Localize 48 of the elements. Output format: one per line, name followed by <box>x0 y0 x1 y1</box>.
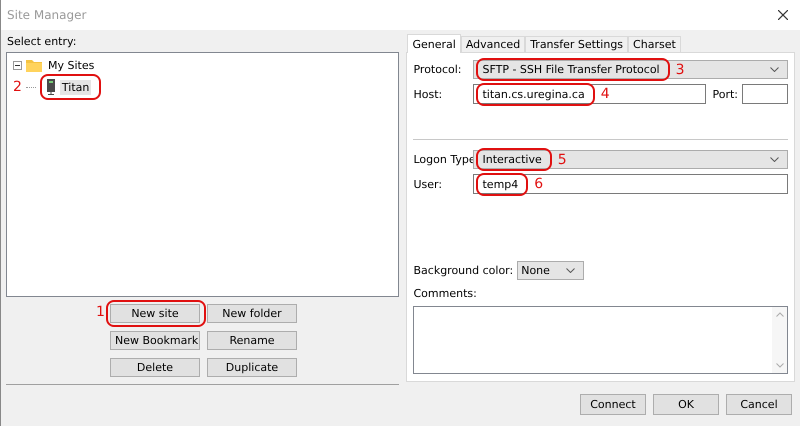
folder-icon <box>26 58 42 72</box>
field-label: Background color: <box>413 264 514 277</box>
callout-ring <box>40 74 102 100</box>
tab[interactable]: Advanced <box>460 36 526 52</box>
site-button[interactable]: New site <box>110 304 200 323</box>
callout-number: 2 <box>13 79 22 95</box>
host-field[interactable]: titan.cs.uregina.ca 4 <box>473 84 706 104</box>
site-button[interactable]: New folder <box>207 304 297 323</box>
tab[interactable]: Charset <box>628 36 681 52</box>
select-entry-label: Select entry: <box>7 35 78 48</box>
tab[interactable]: General <box>407 34 461 53</box>
comments-field[interactable] <box>413 306 788 374</box>
site-button[interactable]: Rename <box>207 331 297 350</box>
collapse-icon[interactable] <box>13 60 22 70</box>
protocol-dropdown[interactable]: SFTP - SSH File Transfer Protocol 3 <box>473 60 788 79</box>
field-label: Port: <box>712 88 738 100</box>
scrollbar[interactable] <box>772 306 787 373</box>
tab[interactable]: Transfer Settings <box>525 36 628 52</box>
field-label: Host: <box>413 88 444 100</box>
callout-number: 5 <box>558 152 567 168</box>
callout-number: 1 <box>96 304 105 320</box>
chevron-down-icon <box>770 157 779 162</box>
port-field[interactable] <box>742 84 788 104</box>
field-label: Protocol: <box>413 63 463 76</box>
site-button[interactable]: Delete <box>110 358 200 377</box>
dialog-button[interactable]: Connect <box>580 394 646 415</box>
user-field[interactable]: temp4 6 <box>473 174 788 194</box>
close-icon[interactable] <box>778 10 788 20</box>
window-title: Site Manager <box>7 8 86 22</box>
dialog-button[interactable]: OK <box>653 394 719 415</box>
field-label: User: <box>413 178 444 190</box>
callout-number: 3 <box>676 62 685 78</box>
site-button[interactable]: Duplicate <box>207 358 297 377</box>
logon-type-dropdown[interactable]: Interactive 5 <box>473 150 788 169</box>
callout-number: 4 <box>600 86 610 102</box>
comments-label: Comments: <box>413 286 478 300</box>
background-color-dropdown[interactable]: None <box>517 260 584 280</box>
tree-item[interactable]: My Sites <box>46 58 96 72</box>
server-icon <box>46 79 56 95</box>
dialog-button[interactable]: Cancel <box>726 394 792 415</box>
chevron-down-icon <box>770 67 779 72</box>
chevron-down-icon <box>566 268 576 273</box>
tree-item[interactable]: Titan <box>60 80 92 94</box>
chevron-up-icon[interactable] <box>776 312 784 317</box>
callout-number: 6 <box>534 176 544 192</box>
chevron-down-icon[interactable] <box>776 363 784 368</box>
callout-ring <box>476 172 528 196</box>
site-button[interactable]: New Bookmark <box>110 331 200 350</box>
